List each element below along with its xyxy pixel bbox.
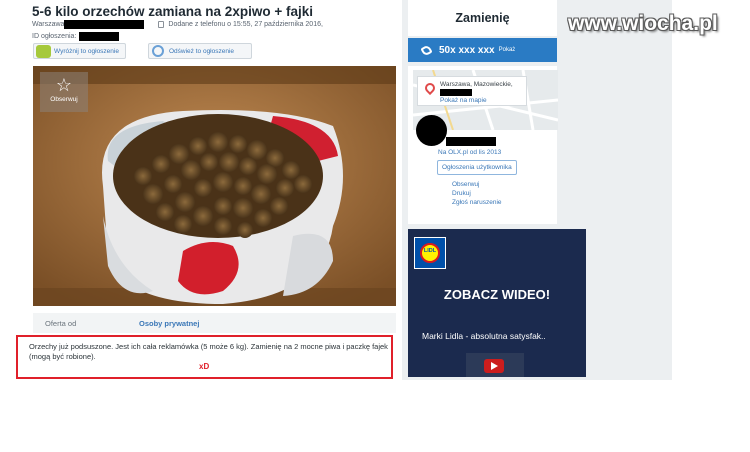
redacted-block: [79, 32, 120, 41]
star-icon: ☆: [55, 75, 73, 95]
show-phone-button[interactable]: 50x xxx xxx Pokaż: [408, 38, 557, 62]
ad-added-date: Dodane z telefonu o 15:55, 27 październi…: [168, 21, 323, 28]
map-location-text: Warszawa, Mazowieckie,: [440, 81, 513, 88]
follow-label: Obserwuj: [50, 96, 78, 103]
annotation-xd: xD: [199, 362, 210, 371]
ad-meta: Warszawa Dodane z telefonu o 15:55, 27 p…: [32, 20, 323, 29]
map-redact-row: [440, 89, 522, 96]
sidebar-link-follow[interactable]: Obserwuj: [452, 181, 479, 188]
watermark-text: www.wiocha.pl: [568, 12, 718, 35]
user-ads-button[interactable]: Ogłoszenia użytkownika: [437, 160, 517, 175]
price-label: Zamienię: [408, 0, 557, 36]
sidebar-link-print[interactable]: Drukuj: [452, 190, 471, 197]
highlight-ad-button[interactable]: Wyróżnij to ogłoszenie: [33, 43, 126, 59]
map-location-label: Warszawa, Mazowieckie, Pokaż na mapie: [417, 76, 527, 106]
phone-number: 50x xxx xxx: [439, 44, 495, 56]
banner-headline: ZOBACZ WIDEO!: [443, 287, 551, 302]
show-on-map-link[interactable]: Pokaż na mapie: [440, 97, 487, 104]
show-phone-label: Pokaż: [498, 47, 516, 53]
lidl-logo-text: LIDL: [423, 248, 437, 254]
lidl-logo: LIDL: [414, 237, 446, 269]
redacted-block: [64, 20, 145, 29]
refresh-icon: [152, 45, 164, 57]
follow-button[interactable]: ☆ Obserwuj: [40, 72, 88, 112]
description-highlight-box: Orzechy już podsuszone. Jest ich cała re…: [16, 335, 393, 379]
phone-icon: [158, 21, 165, 28]
lidl-banner-ad[interactable]: LIDL ZOBACZ WIDEO! Marki Lidla - absolut…: [408, 229, 586, 377]
refresh-ad-label: Odśwież to ogłoszenie: [169, 47, 235, 55]
ad-location: Warszawa: [32, 21, 65, 28]
member-since: Na OLX.pl od lis 2013: [438, 149, 502, 156]
play-icon[interactable]: [484, 359, 504, 373]
offer-value-link[interactable]: Osoby prywatnej: [139, 319, 199, 328]
redacted-block: [440, 89, 472, 96]
offer-label: Oferta od: [45, 319, 77, 328]
banner-caption: Marki Lidla - absolutna satysfak..: [422, 331, 546, 341]
redacted-username: [446, 137, 496, 146]
map-pin-icon: [422, 80, 438, 96]
offer-details-row: Oferta od Osoby prywatnej: [33, 313, 396, 333]
ad-description: Orzechy już podsuszone. Jest ich cała re…: [29, 342, 388, 361]
ad-title: 5-6 kilo orzechów zamiana na 2xpiwo + fa…: [32, 4, 313, 19]
ad-id-row: ID ogłoszenia:: [32, 32, 120, 41]
ad-id-label: ID ogłoszenia:: [32, 33, 77, 40]
highlight-ad-label: Wyróżnij to ogłoszenie: [54, 47, 119, 55]
phone-icon: [420, 43, 433, 57]
sidebar-link-report[interactable]: Zgłoś naruszenie: [452, 199, 502, 206]
user-avatar: [416, 115, 447, 146]
refresh-ad-button[interactable]: Odśwież to ogłoszenie: [148, 43, 252, 59]
promote-icon: [36, 45, 51, 58]
